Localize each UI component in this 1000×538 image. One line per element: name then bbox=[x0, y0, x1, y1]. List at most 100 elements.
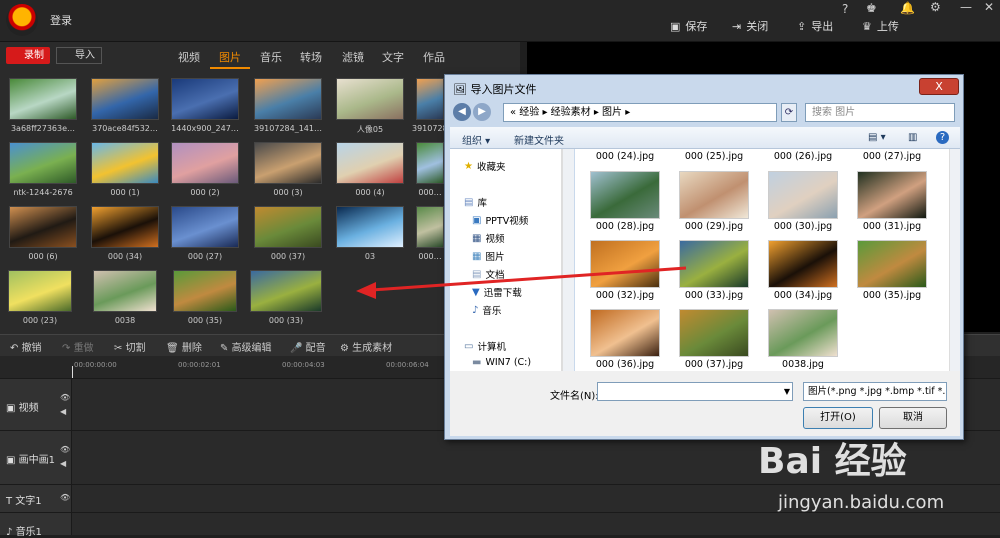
media-thumbnail[interactable] bbox=[9, 78, 77, 120]
delete-button[interactable]: 🗑 删除 bbox=[166, 339, 202, 354]
media-thumbnail[interactable] bbox=[171, 142, 239, 184]
media-thumbnail[interactable] bbox=[9, 206, 77, 248]
preview-pane-icon[interactable]: ▥ bbox=[908, 132, 917, 143]
media-thumbnail[interactable] bbox=[416, 78, 444, 120]
nav-item[interactable]: ▣ PPTV视频 bbox=[472, 213, 529, 228]
save-icon: ▣ bbox=[670, 19, 681, 33]
close-window-icon[interactable]: ✕ bbox=[984, 0, 994, 14]
media-thumbnail[interactable] bbox=[171, 206, 239, 248]
record-button[interactable]: 录制 bbox=[6, 47, 50, 64]
nav-item[interactable]: ★ 收藏夹 bbox=[464, 159, 506, 174]
redo-button[interactable]: ↷ 重做 bbox=[62, 339, 94, 354]
chevron-down-icon[interactable]: ▼ bbox=[781, 383, 793, 400]
nav-item-label: 收藏夹 bbox=[476, 162, 506, 173]
nav-item[interactable]: ▦ 图片 bbox=[472, 249, 504, 264]
media-thumbnail[interactable] bbox=[91, 142, 159, 184]
tab-5[interactable]: 文字 bbox=[382, 49, 404, 65]
file-thumbnail[interactable] bbox=[590, 309, 660, 357]
login-link[interactable]: 登录 bbox=[50, 12, 72, 28]
file-thumbnail[interactable] bbox=[679, 309, 749, 357]
file-label: 000 (31).jpg bbox=[862, 221, 922, 232]
speaker-icon[interactable]: ◀ bbox=[60, 459, 66, 468]
back-arrow-icon[interactable]: ◀ bbox=[453, 103, 471, 121]
settings-gear-icon[interactable]: ⚙ bbox=[930, 0, 941, 14]
file-thumbnail[interactable] bbox=[857, 240, 927, 288]
eye-icon[interactable]: 👁 bbox=[60, 393, 70, 402]
media-thumbnail[interactable] bbox=[173, 270, 237, 312]
media-thumbnail[interactable] bbox=[254, 142, 322, 184]
media-thumbnail[interactable] bbox=[416, 142, 444, 184]
undo-button[interactable]: ↶ 撤销 bbox=[10, 339, 42, 354]
forward-arrow-icon[interactable]: ▶ bbox=[473, 103, 491, 121]
cut-button[interactable]: ✂ 切割 bbox=[114, 339, 146, 354]
organize-menu[interactable]: 组织 ▾ bbox=[462, 132, 490, 147]
media-thumbnail[interactable] bbox=[254, 206, 322, 248]
file-thumbnail[interactable] bbox=[768, 240, 838, 288]
media-thumbnail[interactable] bbox=[171, 78, 239, 120]
advanced-edit-button[interactable]: ✎ 高级编辑 bbox=[220, 339, 272, 354]
media-thumbnail[interactable] bbox=[8, 270, 72, 312]
media-thumbnail[interactable] bbox=[91, 78, 159, 120]
refresh-icon[interactable]: ⟳ bbox=[781, 103, 797, 122]
eye-icon[interactable]: 👁 bbox=[60, 445, 70, 454]
media-thumbnail[interactable] bbox=[9, 142, 77, 184]
filetype-select[interactable]: 图片(*.png *.jpg *.bmp *.tif *. bbox=[803, 382, 947, 401]
import-button[interactable]: 导入 bbox=[56, 47, 102, 64]
media-thumbnail[interactable] bbox=[336, 206, 404, 248]
nav-item[interactable]: ▼ 迅雷下载 bbox=[472, 285, 522, 300]
dialog-close-button[interactable]: X bbox=[919, 78, 959, 95]
export-button[interactable]: ⇪ 导出 bbox=[797, 18, 833, 34]
generate-material-button[interactable]: ⚙ 生成素材 bbox=[340, 339, 392, 354]
nav-item[interactable]: ▤ 库 bbox=[464, 195, 487, 210]
dialog-search-input[interactable]: 搜索 图片 bbox=[805, 103, 955, 122]
filename-input[interactable] bbox=[597, 382, 793, 401]
nav-item-label: PPTV视频 bbox=[485, 216, 529, 227]
dialog-command-bar: 组织 ▾ 新建文件夹 ▤ ▾ ▥ ? bbox=[450, 127, 960, 149]
eye-icon[interactable]: 👁 bbox=[60, 493, 70, 502]
file-thumbnail[interactable] bbox=[679, 171, 749, 219]
bell-icon[interactable]: 🔔 bbox=[900, 1, 915, 15]
media-thumbnail[interactable] bbox=[254, 78, 322, 120]
media-label: 000 (33) bbox=[268, 316, 304, 325]
help-icon[interactable]: ? bbox=[936, 131, 949, 144]
cancel-button[interactable]: 取消 bbox=[879, 407, 947, 429]
nav-item[interactable]: ▭ 计算机 bbox=[464, 339, 506, 354]
file-thumbnail[interactable] bbox=[768, 171, 838, 219]
tab-4[interactable]: 滤镜 bbox=[342, 49, 364, 65]
media-thumbnail[interactable] bbox=[250, 270, 322, 312]
file-thumbnail[interactable] bbox=[590, 240, 660, 288]
file-scrollbar[interactable] bbox=[949, 149, 960, 371]
view-options-icon[interactable]: ▤ ▾ bbox=[868, 132, 886, 143]
tab-6[interactable]: 作品 bbox=[423, 49, 445, 65]
file-label: 000 (24).jpg bbox=[595, 151, 655, 162]
nav-scrollbar[interactable] bbox=[562, 149, 574, 371]
upload-button[interactable]: ♛ 上传 bbox=[862, 18, 899, 34]
file-thumbnail[interactable] bbox=[590, 171, 660, 219]
file-thumbnail[interactable] bbox=[857, 171, 927, 219]
nav-item[interactable]: ▦ 视频 bbox=[472, 231, 504, 246]
tab-1[interactable]: 图片 bbox=[219, 49, 241, 65]
file-thumbnail[interactable] bbox=[768, 309, 838, 357]
media-thumbnail[interactable] bbox=[91, 206, 159, 248]
file-thumbnail[interactable] bbox=[679, 240, 749, 288]
address-bar[interactable]: « 经验 ▸ 经验素材 ▸ 图片 ▸ bbox=[503, 103, 777, 122]
help-icon[interactable]: ? bbox=[842, 2, 848, 16]
media-thumbnail[interactable] bbox=[336, 78, 404, 120]
media-thumbnail[interactable] bbox=[336, 142, 404, 184]
nav-item[interactable]: ♪ 音乐 bbox=[472, 303, 501, 318]
nav-item[interactable]: ▤ 文档 bbox=[472, 267, 504, 282]
speaker-icon[interactable]: ◀ bbox=[60, 407, 66, 416]
new-folder-button[interactable]: 新建文件夹 bbox=[514, 132, 564, 147]
media-thumbnail[interactable] bbox=[416, 206, 444, 248]
nav-item[interactable]: ▬ WIN7 (C:) bbox=[472, 357, 531, 368]
tab-3[interactable]: 转场 bbox=[300, 49, 322, 65]
tab-2[interactable]: 音乐 bbox=[260, 49, 282, 65]
save-button[interactable]: ▣ 保存 bbox=[670, 18, 707, 34]
close-button[interactable]: ⇥ 关闭 bbox=[732, 18, 768, 34]
tab-0[interactable]: 视频 bbox=[178, 49, 200, 65]
open-button[interactable]: 打开(O) bbox=[803, 407, 873, 429]
media-thumbnail[interactable] bbox=[93, 270, 157, 312]
minimize-icon[interactable]: — bbox=[960, 0, 972, 14]
member-crown-icon[interactable]: ♚ bbox=[866, 1, 877, 15]
dub-button[interactable]: 🎤 配音 bbox=[290, 339, 326, 354]
